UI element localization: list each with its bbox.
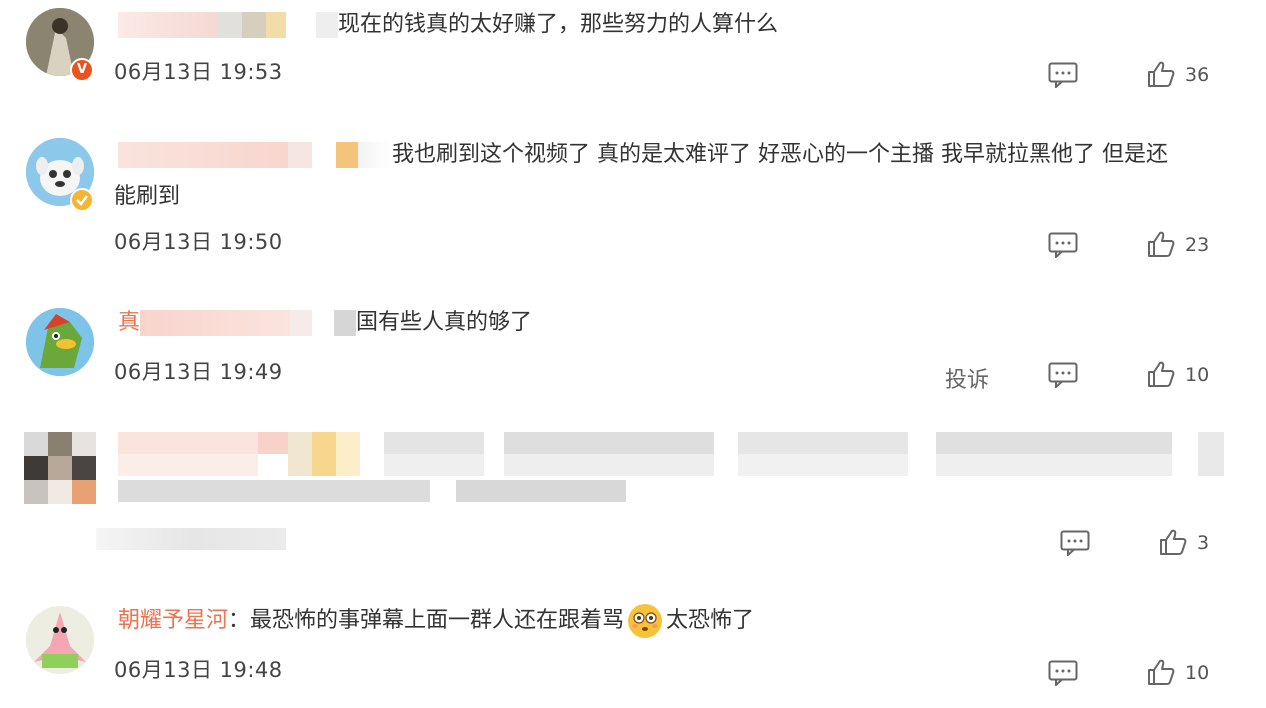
blurred-username[interactable]	[118, 12, 218, 38]
blurred-username-part	[358, 142, 392, 168]
avatar-cartoon-bird-icon	[26, 308, 94, 376]
like-count: 10	[1185, 662, 1210, 684]
blurred-username[interactable]	[140, 310, 291, 336]
avatar-patrick-star-icon	[26, 606, 94, 674]
like-thumb-icon[interactable]	[1159, 528, 1187, 556]
blurred-username-part	[334, 310, 357, 336]
comment-text: 现在的钱真的太好赚了，那些努力的人算什么	[118, 4, 778, 46]
comment-body-end: 太恐怖了	[666, 608, 755, 633]
username-separator: ：	[228, 608, 251, 633]
pixelated-text-row-1	[118, 432, 1224, 478]
like-thumb-icon[interactable]	[1147, 60, 1175, 88]
flushed-face-emoji-icon	[628, 604, 663, 638]
blurred-username-part	[312, 310, 335, 336]
like-count: 10	[1185, 364, 1210, 386]
comment-text: 真 国有些人真的够了	[118, 302, 532, 344]
like-count: 23	[1185, 234, 1210, 256]
blurred-username-part	[266, 12, 286, 38]
blurred-username[interactable]	[118, 142, 288, 168]
like-count: 36	[1185, 64, 1210, 86]
report-button[interactable]: 投诉	[945, 362, 989, 394]
like-count: 3	[1197, 532, 1210, 554]
comment-body-line1: 我也刷到这个视频了 真的是太难评了 好恶心的一个主播 我早就拉黑他了 但是还	[392, 142, 1168, 167]
reply-icon[interactable]	[1048, 362, 1078, 388]
user-avatar[interactable]	[26, 308, 94, 376]
user-avatar[interactable]	[26, 606, 94, 674]
pixelated-time	[96, 528, 286, 550]
blurred-username-part	[242, 12, 266, 38]
reply-icon[interactable]	[1048, 62, 1078, 88]
comment-body: 最恐怖的事弹幕上面一群人还在跟着骂	[250, 608, 625, 633]
pixelated-text-row-2	[118, 480, 678, 502]
comment-text: 朝耀予星河：最恐怖的事弹幕上面一群人还在跟着骂 太恐怖了	[118, 600, 754, 642]
username-link[interactable]: 朝耀予星河	[118, 608, 228, 633]
reply-icon[interactable]	[1060, 530, 1090, 556]
like-thumb-icon[interactable]	[1147, 230, 1175, 258]
blurred-username-part	[218, 12, 242, 38]
pixelated-avatar-icon	[24, 432, 96, 504]
comment-time: 06月13日 19:48	[114, 658, 283, 682]
pixelated-text-blocks	[118, 480, 626, 502]
like-thumb-icon[interactable]	[1147, 658, 1175, 686]
comment-time: 06月13日 19:50	[114, 230, 283, 254]
blurred-username-part	[336, 142, 358, 168]
blurred-username-part	[312, 142, 336, 168]
comment-body: 现在的钱真的太好赚了，那些努力的人算什么	[338, 12, 779, 37]
blurred-username-part	[286, 12, 316, 38]
reply-icon[interactable]	[1048, 232, 1078, 258]
blurred-username-part	[288, 142, 312, 168]
username-prefix[interactable]: 真	[118, 310, 140, 335]
verified-badge-icon	[70, 188, 94, 212]
blurred-username-part	[316, 12, 338, 38]
comment-time: 06月13日 19:49	[114, 360, 283, 384]
comment-text-line2: 能刷到	[114, 184, 181, 209]
blurred-username-part	[290, 310, 313, 336]
pixelated-avatar[interactable]	[24, 432, 96, 504]
pixelated-text-blocks	[118, 432, 1224, 476]
comment-time: 06月13日 19:53	[114, 60, 283, 84]
comment-body: 国有些人真的够了	[356, 310, 533, 335]
comment-text: 我也刷到这个视频了 真的是太难评了 好恶心的一个主播 我早就拉黑他了 但是还	[118, 134, 1168, 176]
like-thumb-icon[interactable]	[1147, 360, 1175, 388]
verified-badge-icon: V	[70, 58, 94, 82]
reply-icon[interactable]	[1048, 660, 1078, 686]
